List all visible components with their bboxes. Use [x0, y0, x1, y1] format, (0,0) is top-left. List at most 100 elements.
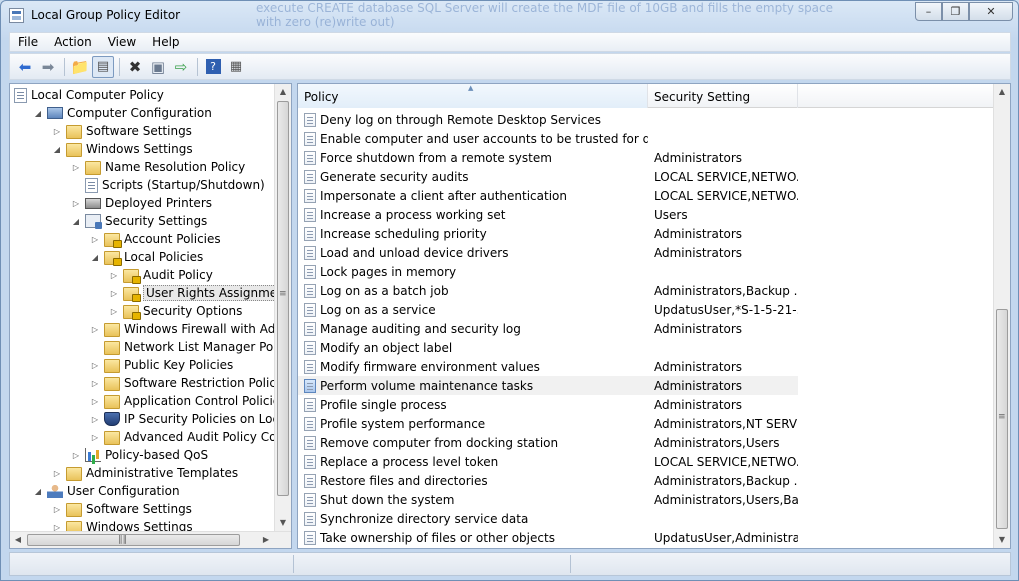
tree-vertical-scrollbar[interactable]: ▲ ≡ ▼	[274, 84, 291, 531]
expanded-arrow-icon[interactable]: ◢	[90, 252, 100, 262]
expanded-arrow-icon[interactable]: ◢	[33, 108, 43, 118]
policy-name: Generate security audits	[320, 169, 469, 184]
scroll-left-arrow-icon[interactable]: ◀	[10, 532, 26, 548]
tree-node[interactable]: ▷ Audit Policy	[109, 266, 213, 284]
collapsed-arrow-icon[interactable]: ▷	[109, 270, 119, 280]
policy-row[interactable]: Manage auditing and security log Administ…	[298, 319, 798, 338]
show-hide-tree-button[interactable]: ▤	[92, 55, 114, 78]
policy-list[interactable]: Policy ▲ Security Setting Deny log on th…	[297, 83, 1011, 549]
tree-node[interactable]: ▷ User Rights Assignment	[109, 284, 291, 302]
policy-row[interactable]: Load and unload device drivers Administra…	[298, 243, 798, 262]
collapsed-arrow-icon[interactable]: ▷	[90, 378, 100, 388]
policy-row[interactable]: Synchronize directory service data	[298, 509, 798, 528]
tree-node[interactable]: ▷ IP Security Policies on Local Co	[90, 410, 291, 428]
scroll-down-arrow-icon[interactable]: ▼	[275, 515, 291, 531]
collapsed-arrow-icon[interactable]: ▷	[90, 432, 100, 442]
scroll-up-arrow-icon[interactable]: ▲	[994, 84, 1010, 100]
scroll-up-arrow-icon[interactable]: ▲	[275, 84, 291, 100]
collapsed-arrow-icon[interactable]: ▷	[90, 396, 100, 406]
collapsed-arrow-icon[interactable]: ▷	[52, 504, 62, 514]
policy-row[interactable]: Log on as a batch job Administrators,Back…	[298, 281, 798, 300]
tree-node[interactable]: ▷ Deployed Printers	[71, 194, 212, 212]
export-list-button[interactable]: ⇨	[170, 56, 192, 78]
tree-node[interactable]: ▷ Advanced Audit Policy Configu	[90, 428, 291, 446]
collapsed-arrow-icon[interactable]: ▷	[90, 360, 100, 370]
tree-node[interactable]: ▷ Software Settings	[52, 500, 192, 518]
help-button[interactable]: ?	[202, 56, 224, 78]
tree-node[interactable]: ▷ Name Resolution Policy	[71, 158, 245, 176]
menu-help[interactable]: Help	[144, 35, 187, 49]
policy-row[interactable]: Profile single process Administrators	[298, 395, 798, 414]
policy-row[interactable]: Increase a process working set Users	[298, 205, 798, 224]
console-tree[interactable]: Local Computer Policy ◢ Computer Configura…	[9, 83, 292, 549]
collapsed-arrow-icon[interactable]: ▷	[71, 198, 81, 208]
collapsed-arrow-icon[interactable]: ▷	[71, 450, 81, 460]
properties-button[interactable]: ▣	[147, 56, 169, 78]
tree-node[interactable]: ▷ Windows Firewall with Advance	[90, 320, 291, 338]
policy-row[interactable]: Log on as a service UpdatusUser,*S-1-5-21…	[298, 300, 798, 319]
collapsed-arrow-icon[interactable]: ▷	[90, 234, 100, 244]
minimize-button[interactable]: –	[915, 2, 942, 21]
collapsed-arrow-icon[interactable]: ▷	[109, 306, 119, 316]
tree-node[interactable]: ◢ Windows Settings	[52, 140, 193, 158]
policy-row[interactable]: Generate security audits LOCAL SERVICE,NE…	[298, 167, 798, 186]
maximize-button[interactable]: ❐	[942, 2, 969, 21]
tree-node[interactable]: Local Computer Policy	[14, 86, 164, 104]
tree-node[interactable]: ▷ Application Control Policies	[90, 392, 286, 410]
tree-node[interactable]: ▷ Administrative Templates	[52, 464, 238, 482]
tree-node[interactable]: Network List Manager Policies	[90, 338, 291, 356]
list-vertical-scrollbar[interactable]: ▲ ≡ ▼	[993, 84, 1010, 548]
menu-file[interactable]: File	[10, 35, 46, 49]
policy-row[interactable]: Force shutdown from a remote system Admin…	[298, 148, 798, 167]
collapsed-arrow-icon[interactable]: ▷	[109, 288, 119, 298]
tree-node[interactable]: ▷ Policy-based QoS	[71, 446, 208, 464]
expanded-arrow-icon[interactable]: ◢	[52, 144, 62, 154]
scroll-right-arrow-icon[interactable]: ▶	[258, 532, 274, 548]
tree-node[interactable]: ◢ Security Settings	[71, 212, 207, 230]
collapsed-arrow-icon[interactable]: ▷	[52, 468, 62, 478]
tree-node[interactable]: ▷ Software Settings	[52, 122, 192, 140]
policy-row[interactable]: Enable computer and user accounts to be …	[298, 129, 798, 148]
tree-hscroll-thumb[interactable]	[27, 534, 240, 546]
policy-row[interactable]: Deny log on through Remote Desktop Servi…	[298, 110, 798, 129]
title-bar[interactable]: Local Group Policy Editor execute CREATE…	[1, 1, 1018, 31]
policy-row[interactable]: Profile system performance Administrators…	[298, 414, 798, 433]
expanded-arrow-icon[interactable]: ◢	[33, 486, 43, 496]
policy-row[interactable]: Increase scheduling priority Administrato…	[298, 224, 798, 243]
policy-row[interactable]: Modify firmware environment values Admini…	[298, 357, 798, 376]
up-one-level-button[interactable]: 📁	[69, 56, 91, 78]
collapsed-arrow-icon[interactable]: ▷	[52, 126, 62, 136]
back-button[interactable]: ⬅	[14, 56, 36, 78]
forward-button[interactable]: ➡	[37, 56, 59, 78]
menu-action[interactable]: Action	[46, 35, 100, 49]
tree-node[interactable]: ◢ User Configuration	[33, 482, 180, 500]
tree-node[interactable]: ▷ Security Options	[109, 302, 242, 320]
delete-button[interactable]: ✖	[124, 56, 146, 78]
tree-node[interactable]: ▷ Account Policies	[90, 230, 221, 248]
policy-row[interactable]: Restore files and directories Administrat…	[298, 471, 798, 490]
collapsed-arrow-icon[interactable]: ▷	[90, 324, 100, 334]
collapsed-arrow-icon[interactable]: ▷	[71, 162, 81, 172]
policy-row[interactable]: Replace a process level token LOCAL SERVI…	[298, 452, 798, 471]
policy-row[interactable]: Remove computer from docking station Admi…	[298, 433, 798, 452]
policy-row[interactable]: Take ownership of files or other objects…	[298, 528, 798, 547]
collapsed-arrow-icon[interactable]: ▷	[90, 414, 100, 424]
tree-node[interactable]: ◢ Local Policies	[90, 248, 203, 266]
column-header-security-setting[interactable]: Security Setting	[648, 84, 798, 108]
policy-row[interactable]: Perform volume maintenance tasks Administ…	[298, 376, 798, 395]
folder-icon	[66, 503, 82, 517]
expanded-arrow-icon[interactable]: ◢	[71, 216, 81, 226]
tree-horizontal-scrollbar[interactable]: ◀ ∥∥ ▶	[10, 531, 291, 548]
policy-row[interactable]: Shut down the system Administrators,Users…	[298, 490, 798, 509]
tree-node[interactable]: ▷ Public Key Policies	[90, 356, 233, 374]
policy-row[interactable]: Modify an object label	[298, 338, 798, 357]
tree-node[interactable]: Scripts (Startup/Shutdown)	[71, 176, 265, 194]
policy-row[interactable]: Lock pages in memory	[298, 262, 798, 281]
tree-node[interactable]: ◢ Computer Configuration	[33, 104, 212, 122]
policy-row[interactable]: Impersonate a client after authenticatio…	[298, 186, 798, 205]
menu-view[interactable]: View	[100, 35, 144, 49]
tree-node[interactable]: ▷ Software Restriction Policies	[90, 374, 291, 392]
view-button[interactable]: ▦	[225, 56, 247, 78]
close-button[interactable]: ✕	[969, 2, 1013, 21]
scroll-down-arrow-icon[interactable]: ▼	[994, 532, 1010, 548]
